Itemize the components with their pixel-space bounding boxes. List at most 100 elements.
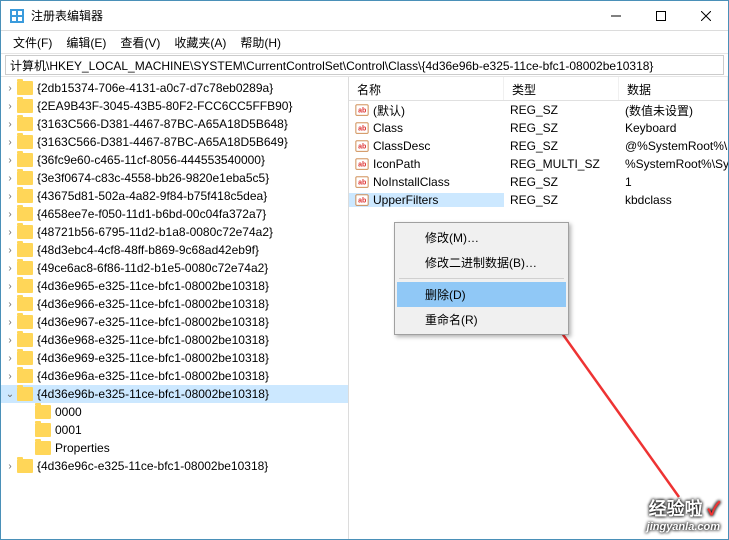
header-data[interactable]: 数据: [619, 77, 728, 100]
ctx-delete[interactable]: 删除(D): [397, 282, 566, 307]
tree-twisty-icon[interactable]: ›: [5, 371, 15, 382]
ctx-modify[interactable]: 修改(M)…: [397, 225, 566, 250]
string-value-icon: ab: [355, 139, 369, 153]
menu-file[interactable]: 文件(F): [7, 32, 58, 53]
cell-type: REG_MULTI_SZ: [504, 157, 619, 171]
tree-item[interactable]: ›{4d36e96a-e325-11ce-bfc1-08002be10318}: [1, 367, 348, 385]
tree-item[interactable]: ›{3163C566-D381-4467-87BC-A65A18D5B648}: [1, 115, 348, 133]
tree-panel[interactable]: ›{2db15374-706e-4131-a0c7-d7c78eb0289a}›…: [1, 77, 349, 539]
cell-data: (数值未设置): [619, 102, 728, 119]
tree-twisty-icon[interactable]: ›: [5, 281, 15, 292]
tree-item[interactable]: › {2db15374-706e-4131-a0c7-d7c78eb0289a}: [1, 79, 348, 97]
tree-item-label: {4d36e967-e325-11ce-bfc1-08002be10318}: [37, 315, 269, 329]
svg-text:ab: ab: [358, 144, 366, 151]
tree-twisty-icon[interactable]: ›: [5, 155, 15, 166]
tree-item[interactable]: › {4d36e96c-e325-11ce-bfc1-08002be10318}: [1, 457, 348, 475]
folder-icon: [17, 387, 33, 401]
tree-item[interactable]: ›{4d36e965-e325-11ce-bfc1-08002be10318}: [1, 277, 348, 295]
list-row[interactable]: abUpperFiltersREG_SZkbdclass: [349, 191, 728, 209]
tree-twisty-icon[interactable]: ›: [5, 461, 15, 472]
tree-item-label: {2db15374-706e-4131-a0c7-d7c78eb0289a}: [37, 81, 273, 95]
folder-icon: [17, 243, 33, 257]
tree-twisty-icon[interactable]: ›: [5, 191, 15, 202]
tree-twisty-icon[interactable]: ›: [5, 245, 15, 256]
tree-twisty-icon[interactable]: ›: [5, 263, 15, 274]
svg-text:ab: ab: [358, 108, 366, 115]
tree-item-label: {4d36e96c-e325-11ce-bfc1-08002be10318}: [37, 459, 268, 473]
svg-text:ab: ab: [358, 162, 366, 169]
tree-item[interactable]: ›{4658ee7e-f050-11d1-b6bd-00c04fa372a7}: [1, 205, 348, 223]
minimize-button[interactable]: [593, 1, 638, 30]
menu-favorites[interactable]: 收藏夹(A): [168, 32, 232, 53]
tree-twisty-icon[interactable]: ›: [5, 137, 15, 148]
tree-twisty-icon[interactable]: ›: [5, 227, 15, 238]
header-name[interactable]: 名称: [349, 77, 504, 100]
tree-twisty-icon[interactable]: ›: [5, 119, 15, 130]
list-row[interactable]: abClassREG_SZKeyboard: [349, 119, 728, 137]
tree-twisty-icon[interactable]: ›: [5, 83, 15, 94]
tree-item[interactable]: Properties: [1, 439, 348, 457]
maximize-button[interactable]: [638, 1, 683, 30]
tree-twisty-icon[interactable]: ›: [5, 299, 15, 310]
folder-icon: [35, 405, 51, 419]
svg-text:ab: ab: [358, 198, 366, 205]
tree-twisty-icon[interactable]: ›: [5, 335, 15, 346]
tree-item[interactable]: 0000: [1, 403, 348, 421]
folder-icon: [17, 315, 33, 329]
folder-icon: [17, 81, 33, 95]
list-header: 名称 类型 数据: [349, 77, 728, 101]
tree-item[interactable]: ›{3163C566-D381-4467-87BC-A65A18D5B649}: [1, 133, 348, 151]
close-button[interactable]: [683, 1, 728, 30]
tree-twisty-icon[interactable]: ›: [5, 317, 15, 328]
tree-item[interactable]: ›{36fc9e60-c465-11cf-8056-444553540000}: [1, 151, 348, 169]
tree-item[interactable]: 0001: [1, 421, 348, 439]
address-input[interactable]: [5, 55, 724, 75]
cell-type: REG_SZ: [504, 175, 619, 189]
tree-item[interactable]: › {49ce6ac8-6f86-11d2-b1e5-0080c72e74a2}: [1, 259, 348, 277]
cell-type: REG_SZ: [504, 139, 619, 153]
cell-data: kbdclass: [619, 193, 728, 207]
folder-icon: [17, 369, 33, 383]
tree-twisty-icon[interactable]: ›: [5, 209, 15, 220]
ctx-modify-binary[interactable]: 修改二进制数据(B)…: [397, 250, 566, 275]
list-row[interactable]: abIconPathREG_MULTI_SZ%SystemRoot%\Sys: [349, 155, 728, 173]
svg-text:ab: ab: [358, 180, 366, 187]
menu-edit[interactable]: 编辑(E): [60, 32, 112, 53]
folder-icon: [17, 297, 33, 311]
tree-twisty-icon[interactable]: ›: [5, 173, 15, 184]
folder-icon: [17, 99, 33, 113]
tree-twisty-icon[interactable]: ›: [5, 353, 15, 364]
menu-help[interactable]: 帮助(H): [234, 32, 287, 53]
tree-twisty-icon[interactable]: ⌄: [5, 389, 15, 400]
cell-name: abClass: [349, 121, 504, 135]
tree-item-label: {43675d81-502a-4a82-9f84-b75f418c5dea}: [37, 189, 267, 203]
tree-item[interactable]: ›{4d36e968-e325-11ce-bfc1-08002be10318}: [1, 331, 348, 349]
header-type[interactable]: 类型: [504, 77, 619, 100]
ctx-rename[interactable]: 重命名(R): [397, 307, 566, 332]
tree-item[interactable]: ›{2EA9B43F-3045-43B5-80F2-FCC6CC5FFB90}: [1, 97, 348, 115]
tree-item[interactable]: ⌄ {4d36e96b-e325-11ce-bfc1-08002be10318}: [1, 385, 348, 403]
tree-item[interactable]: › {43675d81-502a-4a82-9f84-b75f418c5dea}: [1, 187, 348, 205]
string-value-icon: ab: [355, 121, 369, 135]
list-panel[interactable]: 名称 类型 数据 ab(默认)REG_SZ(数值未设置)abClassREG_S…: [349, 77, 728, 539]
list-row[interactable]: ab(默认)REG_SZ(数值未设置): [349, 101, 728, 119]
tree-item[interactable]: › {4d36e967-e325-11ce-bfc1-08002be10318}: [1, 313, 348, 331]
string-value-icon: ab: [355, 175, 369, 189]
tree-item[interactable]: ›{3e3f0674-c83c-4558-bb26-9820e1eba5c5}: [1, 169, 348, 187]
list-row[interactable]: abNoInstallClassREG_SZ1: [349, 173, 728, 191]
cell-name: ab(默认): [349, 102, 504, 119]
list-row[interactable]: abClassDescREG_SZ@%SystemRoot%\S: [349, 137, 728, 155]
tree-twisty-icon[interactable]: ›: [5, 101, 15, 112]
tree-item[interactable]: ›{4d36e966-e325-11ce-bfc1-08002be10318}: [1, 295, 348, 313]
tree-item-label: {4d36e96b-e325-11ce-bfc1-08002be10318}: [37, 387, 269, 401]
tree-item[interactable]: ›{48d3ebc4-4cf8-48ff-b869-9c68ad42eb9f}: [1, 241, 348, 259]
menu-view[interactable]: 查看(V): [114, 32, 166, 53]
folder-icon: [17, 459, 33, 473]
cell-name: abClassDesc: [349, 139, 504, 153]
cell-data: %SystemRoot%\Sys: [619, 157, 728, 171]
tree-item-label: {49ce6ac8-6f86-11d2-b1e5-0080c72e74a2}: [37, 261, 268, 275]
cell-type: REG_SZ: [504, 103, 619, 117]
tree-item[interactable]: ›{48721b56-6795-11d2-b1a8-0080c72e74a2}: [1, 223, 348, 241]
tree-item[interactable]: ›{4d36e969-e325-11ce-bfc1-08002be10318}: [1, 349, 348, 367]
title-bar: 注册表编辑器: [1, 1, 728, 31]
